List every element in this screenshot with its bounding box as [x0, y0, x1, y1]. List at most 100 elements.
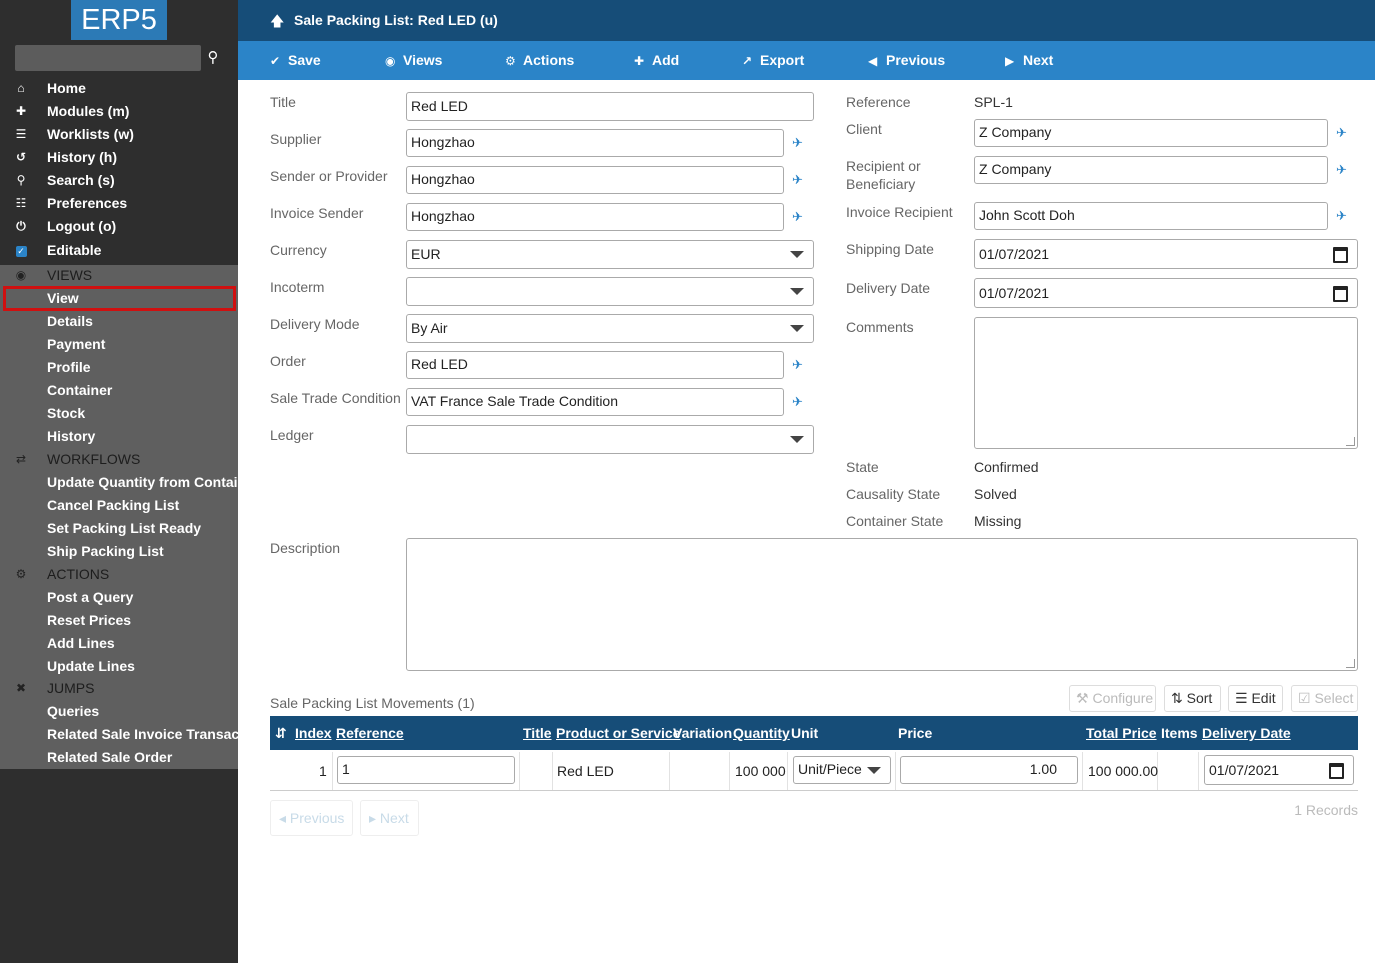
- ledger-select[interactable]: [406, 425, 814, 454]
- comments-textarea[interactable]: [974, 317, 1358, 449]
- actions-button[interactable]: ⚙ Actions: [505, 52, 574, 68]
- select-button[interactable]: ☑ Select: [1291, 685, 1358, 712]
- next-button[interactable]: ▶ Next: [1005, 52, 1053, 68]
- sidebar-search-input[interactable]: [15, 45, 201, 71]
- save-button[interactable]: ✔ Save: [270, 52, 321, 68]
- order-jump-icon[interactable]: ✈: [792, 357, 803, 373]
- view-link-stock[interactable]: Stock: [0, 402, 238, 425]
- supplier-jump-icon[interactable]: ✈: [792, 135, 803, 151]
- currency-select[interactable]: EUR: [406, 240, 814, 269]
- nav-modules[interactable]: ✚ Modules (m): [0, 100, 238, 123]
- column-product[interactable]: Product or Service: [556, 725, 681, 741]
- invoice-recipient-jump-icon[interactable]: ✈: [1336, 208, 1347, 224]
- recipient-jump-icon[interactable]: ✈: [1336, 162, 1347, 178]
- column-price: Price: [898, 725, 933, 741]
- client-jump-icon[interactable]: ✈: [1336, 125, 1347, 141]
- nav-history[interactable]: ↺ History (h): [0, 146, 238, 169]
- row-unit-select[interactable]: Unit/Piece: [793, 756, 891, 784]
- add-button[interactable]: ✚ Add: [634, 52, 679, 68]
- supplier-input[interactable]: Hongzhao: [406, 129, 784, 157]
- listbox-header: ⇵ Index Reference Title Product or Servi…: [270, 716, 1358, 750]
- workflow-cancel-packing-list[interactable]: Cancel Packing List: [0, 494, 238, 517]
- sender-jump-icon[interactable]: ✈: [792, 172, 803, 188]
- column-quantity[interactable]: Quantity: [733, 725, 790, 741]
- view-link-history[interactable]: History: [0, 425, 238, 448]
- nav-worklists[interactable]: ☰ Worklists (w): [0, 123, 238, 146]
- delivery-mode-label: Delivery Mode: [270, 316, 360, 332]
- resize-handle-icon[interactable]: [1346, 437, 1355, 446]
- sidebar: ERP5 ⚲ ⌂ Home ✚ Modules (m) ☰ Worklists (w)…: [0, 0, 259, 963]
- view-link-container[interactable]: Container: [0, 379, 238, 402]
- views-button[interactable]: ◉ Views: [385, 52, 442, 68]
- client-input[interactable]: Z Company: [974, 119, 1328, 147]
- calendar-icon[interactable]: [1329, 763, 1344, 779]
- listbox-title: Sale Packing List Movements (1): [270, 695, 475, 711]
- column-title[interactable]: Title: [523, 725, 552, 741]
- column-total-price[interactable]: Total Price: [1086, 725, 1157, 741]
- column-reference[interactable]: Reference: [336, 725, 404, 741]
- sender-input[interactable]: Hongzhao: [406, 166, 784, 194]
- nav-logout[interactable]: ⏻ Logout (o): [0, 215, 238, 238]
- sort-icon: ⇅: [1171, 690, 1183, 706]
- trade-condition-input[interactable]: VAT France Sale Trade Condition: [406, 388, 784, 416]
- action-post-query[interactable]: Post a Query: [0, 586, 238, 609]
- erp5-logo[interactable]: ERP5: [71, 0, 167, 40]
- action-update-lines[interactable]: Update Lines: [0, 655, 238, 678]
- history-icon: ↺: [15, 150, 27, 164]
- listbox-previous-button[interactable]: ◂ Previous: [270, 800, 353, 836]
- jump-related-sale-order[interactable]: Related Sale Order: [0, 746, 238, 769]
- view-link-details[interactable]: Details: [0, 310, 238, 333]
- edit-button[interactable]: ☰ Edit: [1228, 685, 1283, 712]
- description-textarea[interactable]: [406, 538, 1358, 671]
- invoice-recipient-input[interactable]: John Scott Doh: [974, 202, 1328, 230]
- jump-queries[interactable]: Queries: [0, 700, 238, 723]
- column-delivery-date[interactable]: Delivery Date: [1202, 725, 1291, 741]
- column-variation: Variation: [673, 725, 733, 741]
- configure-button[interactable]: ⚒ Configure: [1069, 685, 1156, 712]
- container-state-value: Missing: [974, 513, 1022, 529]
- invoice-sender-input[interactable]: Hongzhao: [406, 203, 784, 231]
- invoice-sender-jump-icon[interactable]: ✈: [792, 209, 803, 225]
- resize-handle-icon[interactable]: [1346, 659, 1355, 668]
- nav-home[interactable]: ⌂ Home: [0, 77, 238, 100]
- column-index[interactable]: Index: [295, 725, 332, 741]
- previous-button[interactable]: ◀ Previous: [868, 52, 945, 68]
- row-reference-input[interactable]: 1: [337, 756, 515, 784]
- action-add-lines[interactable]: Add Lines: [0, 632, 238, 655]
- listbox-next-button[interactable]: ▸ Next: [360, 800, 419, 836]
- order-input[interactable]: Red LED: [406, 351, 784, 379]
- action-reset-prices[interactable]: Reset Prices: [0, 609, 238, 632]
- workflow-set-ready[interactable]: Set Packing List Ready: [0, 517, 238, 540]
- row-delivery-date-input[interactable]: 01/07/2021: [1204, 755, 1354, 785]
- page-title[interactable]: Sale Packing List: Red LED (u): [294, 12, 498, 28]
- recipient-input[interactable]: Z Company: [974, 156, 1328, 184]
- row-price-input[interactable]: 1.00: [900, 756, 1078, 784]
- workflow-ship-packing-list[interactable]: Ship Packing List: [0, 540, 238, 563]
- delivery-date-input[interactable]: 01/07/2021: [974, 278, 1358, 308]
- export-button[interactable]: ↗ Export: [742, 52, 804, 68]
- sort-button[interactable]: ⇅ Sort: [1164, 685, 1221, 712]
- sort-order-icon[interactable]: ⇵: [275, 725, 287, 742]
- title-input[interactable]: Red LED: [406, 92, 814, 121]
- plane-icon: ✖: [15, 681, 27, 695]
- delivery-mode-select[interactable]: By Air: [406, 314, 814, 343]
- view-link-profile[interactable]: Profile: [0, 356, 238, 379]
- nav-preferences[interactable]: ☷ Preferences: [0, 192, 238, 215]
- calendar-icon[interactable]: [1333, 247, 1348, 263]
- search-icon: ⚲: [16, 173, 26, 187]
- nav-editable[interactable]: ✓ Editable: [0, 239, 238, 262]
- search-icon[interactable]: ⚲: [203, 48, 223, 70]
- view-link-payment[interactable]: Payment: [0, 333, 238, 356]
- reference-label: Reference: [846, 94, 911, 110]
- nav-search[interactable]: ⚲ Search (s): [0, 169, 238, 192]
- incoterm-select[interactable]: [406, 277, 814, 306]
- jump-related-sale-invoice[interactable]: Related Sale Invoice Transac...: [0, 723, 251, 746]
- supplier-label: Supplier: [270, 131, 322, 147]
- trade-condition-jump-icon[interactable]: ✈: [792, 394, 803, 410]
- shipping-date-input[interactable]: 01/07/2021: [974, 239, 1358, 269]
- caret-right-icon: ▸: [369, 810, 377, 826]
- list-icon: ☰: [15, 127, 27, 141]
- workflow-update-quantity[interactable]: Update Quantity from Container: [0, 471, 259, 494]
- arrow-up-icon[interactable]: 🡅: [270, 11, 284, 35]
- calendar-icon[interactable]: [1333, 286, 1348, 302]
